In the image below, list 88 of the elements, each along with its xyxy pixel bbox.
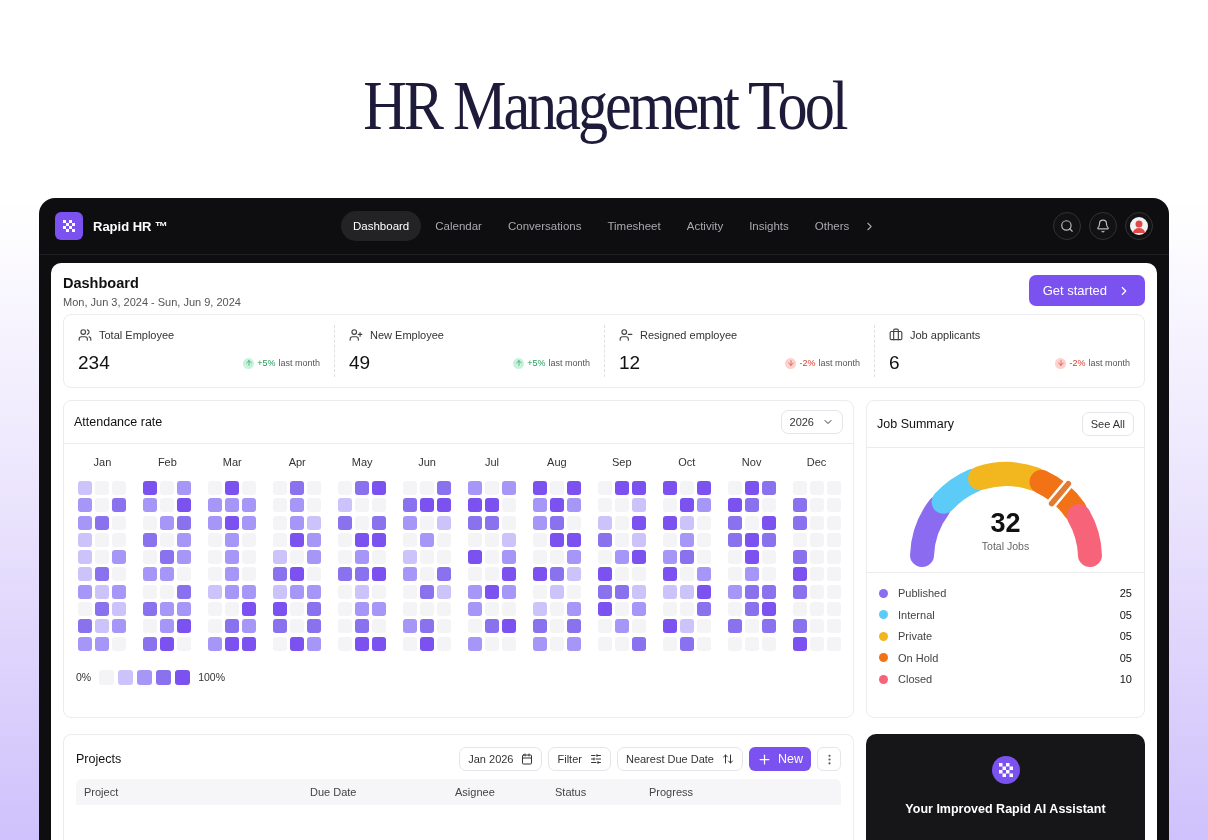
stat-value: 49: [349, 352, 371, 374]
stat-label: Total Employee: [99, 329, 175, 341]
legend-swatch: [175, 669, 191, 685]
month-label: Nov: [741, 456, 762, 468]
search-button[interactable]: [1053, 212, 1081, 240]
status-label: Private: [898, 630, 934, 643]
nav-tab[interactable]: Timesheet: [595, 211, 673, 241]
nav-tab[interactable]: Others: [802, 211, 862, 241]
stat-label: Job applicants: [910, 329, 981, 341]
month-label: Dec: [806, 456, 827, 468]
see-all-button[interactable]: See All: [1081, 412, 1134, 436]
status-count: 05: [1119, 608, 1132, 621]
nav-tab[interactable]: Activity: [674, 211, 736, 241]
column-header: Project: [84, 786, 120, 798]
status-count: 10: [1119, 673, 1132, 686]
status-label: On Hold: [898, 651, 940, 664]
calendar-icon: [521, 753, 534, 765]
stat-label: New Employee: [370, 329, 444, 341]
month-label: Jun: [418, 456, 436, 468]
nav-tab[interactable]: Calendar: [423, 211, 494, 241]
stat-value: 12: [619, 352, 641, 374]
nav-tab[interactable]: Insights: [737, 211, 801, 241]
column-header: Due Date: [310, 786, 358, 798]
stat-period: last month: [278, 358, 320, 368]
column-header: Status: [555, 786, 588, 798]
month-label: Mar: [222, 456, 242, 468]
brand-name: Rapid HR ™: [93, 218, 169, 234]
card-title: Job Summary: [877, 417, 955, 431]
status-label: Published: [898, 587, 948, 599]
stat-period: last month: [1088, 358, 1130, 368]
user-minus-icon: [619, 328, 633, 342]
nav-tab[interactable]: Dashboard: [341, 211, 422, 241]
status-count: 05: [1119, 630, 1132, 643]
month-label: May: [351, 456, 373, 468]
status-label: Internal: [898, 608, 936, 621]
card-title: Attendance rate: [74, 415, 163, 429]
bell-icon: [1096, 219, 1110, 233]
date-range: Mon, Jun 3, 2024 - Sun, Jun 9, 2024: [63, 296, 241, 308]
sort-icon: [722, 753, 734, 765]
status-count: 25: [1119, 587, 1132, 599]
total-jobs: 32: [990, 510, 1021, 537]
month-picker[interactable]: Jan 2026: [459, 747, 543, 771]
notifications-button[interactable]: [1089, 212, 1117, 240]
briefcase-icon: [889, 328, 903, 342]
legend-swatch: [118, 669, 134, 685]
plus-icon: [757, 751, 772, 767]
legend-max: 100%: [198, 671, 226, 684]
stat-value: 6: [889, 352, 900, 374]
month-label: Sep: [612, 456, 632, 468]
card-title: Projects: [76, 752, 123, 766]
month-label: Aug: [547, 456, 567, 468]
avatar[interactable]: [1125, 212, 1153, 240]
status-count: 05: [1119, 651, 1132, 664]
user-plus-icon: [349, 328, 363, 342]
assistant-title: Your Improved Rapid AI Assistant: [905, 802, 1106, 816]
logo-icon: [55, 212, 83, 240]
total-jobs-label: Total Jobs: [981, 540, 1030, 552]
nav-tab[interactable]: Conversations: [495, 211, 594, 241]
legend-swatch: [137, 669, 153, 685]
stat-change: -2%: [1069, 358, 1086, 368]
stat-period: last month: [548, 358, 590, 368]
new-button[interactable]: New: [749, 747, 811, 771]
sort-button[interactable]: Nearest Due Date: [616, 747, 743, 771]
filter-button[interactable]: Filter: [548, 747, 611, 771]
month-label: Jul: [484, 456, 499, 468]
stat-period: last month: [818, 358, 860, 368]
legend-swatch: [156, 669, 172, 685]
month-label: Apr: [288, 456, 306, 468]
checker-icon: [998, 763, 1013, 777]
page-title: Dashboard: [63, 275, 140, 291]
legend-min: 0%: [76, 671, 92, 684]
year-dropdown[interactable]: 2026: [780, 410, 843, 434]
stat-value: 234: [78, 352, 110, 374]
month-label: Feb: [157, 456, 177, 468]
stat-label: Resigned employee: [640, 329, 738, 341]
page-headline: HR Management Tool: [362, 66, 846, 146]
search-icon: [1060, 219, 1074, 233]
stat-change: -2%: [799, 358, 816, 368]
month-label: Oct: [678, 456, 696, 468]
month-label: Jan: [93, 456, 112, 468]
column-header: Asignee: [455, 786, 496, 798]
get-started-button[interactable]: Get started: [1028, 275, 1145, 306]
users-icon: [78, 328, 92, 342]
status-label: Closed: [898, 673, 934, 686]
sliders-icon: [589, 753, 602, 765]
stat-change: +5%: [527, 358, 546, 368]
column-header: Progress: [649, 786, 695, 798]
stat-change: +5%: [257, 358, 276, 368]
